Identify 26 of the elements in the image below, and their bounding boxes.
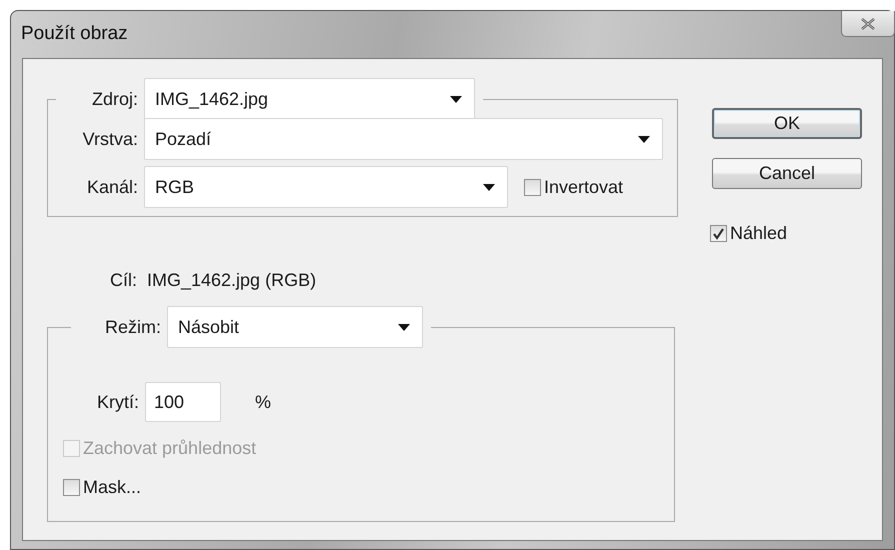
close-icon [861,18,875,30]
target-value: IMG_1462.jpg (RGB) [147,270,316,290]
caret-icon [398,324,410,330]
caret-icon [638,136,650,142]
checkbox[interactable]: Invertovat [524,176,624,198]
dialog-button[interactable]: Cancel [712,158,862,189]
dropdown[interactable]: Pozadí [144,118,663,160]
checkbox[interactable]: Náhled [710,223,862,244]
caret-icon [483,184,495,190]
input-field[interactable]: 100 [145,382,221,422]
dialog-button[interactable]: OK [712,108,862,139]
field-label: Režim: [104,316,161,338]
checkbox[interactable]: Mask... [63,477,660,498]
dropdown[interactable]: IMG_1462.jpg [144,78,475,120]
field-label: Vrstva: [82,128,138,150]
field-label: Cíl: [109,270,137,290]
unit-label: % [255,392,272,412]
check-icon [712,227,725,240]
field-label: Krytí: [96,392,139,412]
window-title: Použít obraz [21,22,128,46]
field-label: Zdroj: [90,88,138,110]
caret-icon [450,96,462,102]
dropdown[interactable]: RGB [144,166,508,208]
dropdown[interactable]: Násobit [167,306,423,348]
close-button[interactable] [841,11,895,37]
field-label: Kanál: [86,176,138,198]
